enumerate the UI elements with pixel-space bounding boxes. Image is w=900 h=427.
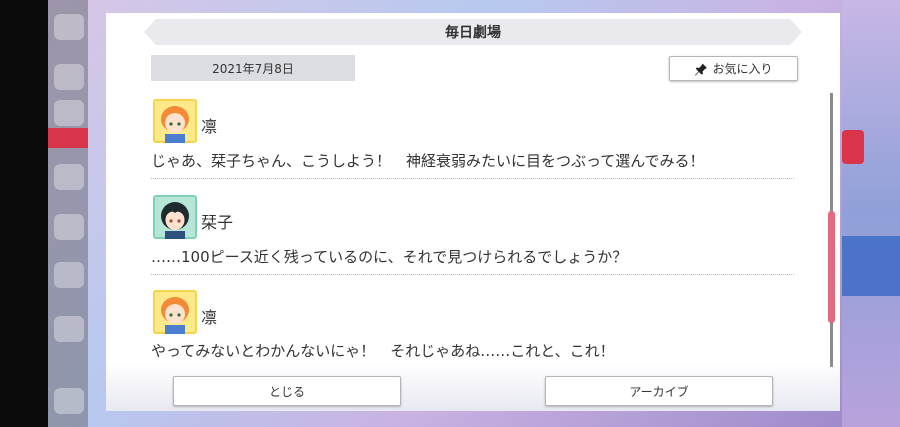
gift-icon[interactable]	[54, 164, 84, 190]
favorite-button[interactable]: お気に入り	[669, 56, 798, 81]
dialogue-entry: 栞子 ……100ピース近く残っているのに、それで見つけられるでしょうか？	[151, 195, 794, 277]
dialogue-text: やってみないとわかんないにゃ！ それじゃあね……これと、これ！	[151, 342, 615, 360]
hamburger-menu-icon[interactable]	[54, 14, 84, 40]
chat-icon[interactable]	[54, 64, 84, 90]
notice-badge-icon[interactable]	[842, 130, 864, 164]
daily-theater-dialog: 毎日劇場 2021年7月8日 お気に入り 凛 じゃあ、栞子ちゃん、こうしよう！ …	[106, 13, 840, 411]
dialog-title: 毎日劇場	[445, 25, 501, 41]
archive-button[interactable]: アーカイブ	[545, 376, 773, 406]
dialogue-entry: 凛 じゃあ、栞子ちゃん、こうしよう！ 神経衰弱みたいに目をつぶって選んでみる！	[151, 99, 794, 181]
pin-icon	[695, 62, 708, 75]
right-background-strip	[842, 0, 900, 427]
dialogue-text: じゃあ、栞子ちゃん、こうしよう！ 神経衰弱みたいに目をつぶって選んでみる！	[151, 152, 705, 170]
fullscreen-icon[interactable]	[54, 316, 84, 342]
rin-avatar	[153, 290, 197, 334]
campaign-banner[interactable]	[48, 128, 88, 148]
scrollbar-thumb[interactable]	[828, 211, 835, 323]
shioriko-avatar	[153, 195, 197, 239]
trophy-icon[interactable]	[54, 262, 84, 288]
dialog-title-bar: 毎日劇場	[144, 19, 802, 45]
close-button[interactable]: とじる	[173, 376, 401, 406]
user-icon[interactable]	[54, 388, 84, 414]
date-badge: 2021年7月8日	[151, 55, 355, 81]
event-banner[interactable]	[842, 236, 900, 296]
crown-icon[interactable]	[54, 100, 84, 126]
entry-divider	[151, 274, 794, 275]
message-icon[interactable]	[54, 214, 84, 240]
dialogue-text: ……100ピース近く残っているのに、それで見つけられるでしょうか？	[151, 248, 628, 266]
dialogue-entry: 凛 やってみないとわかんないにゃ！ それじゃあね……これと、これ！	[151, 290, 794, 362]
speaker-name: 凛	[201, 117, 218, 136]
speaker-name: 栞子	[201, 213, 234, 232]
speaker-name: 凛	[201, 308, 218, 327]
favorite-label: お気に入り	[712, 62, 773, 76]
rin-avatar	[153, 99, 197, 143]
entry-divider	[151, 178, 794, 179]
